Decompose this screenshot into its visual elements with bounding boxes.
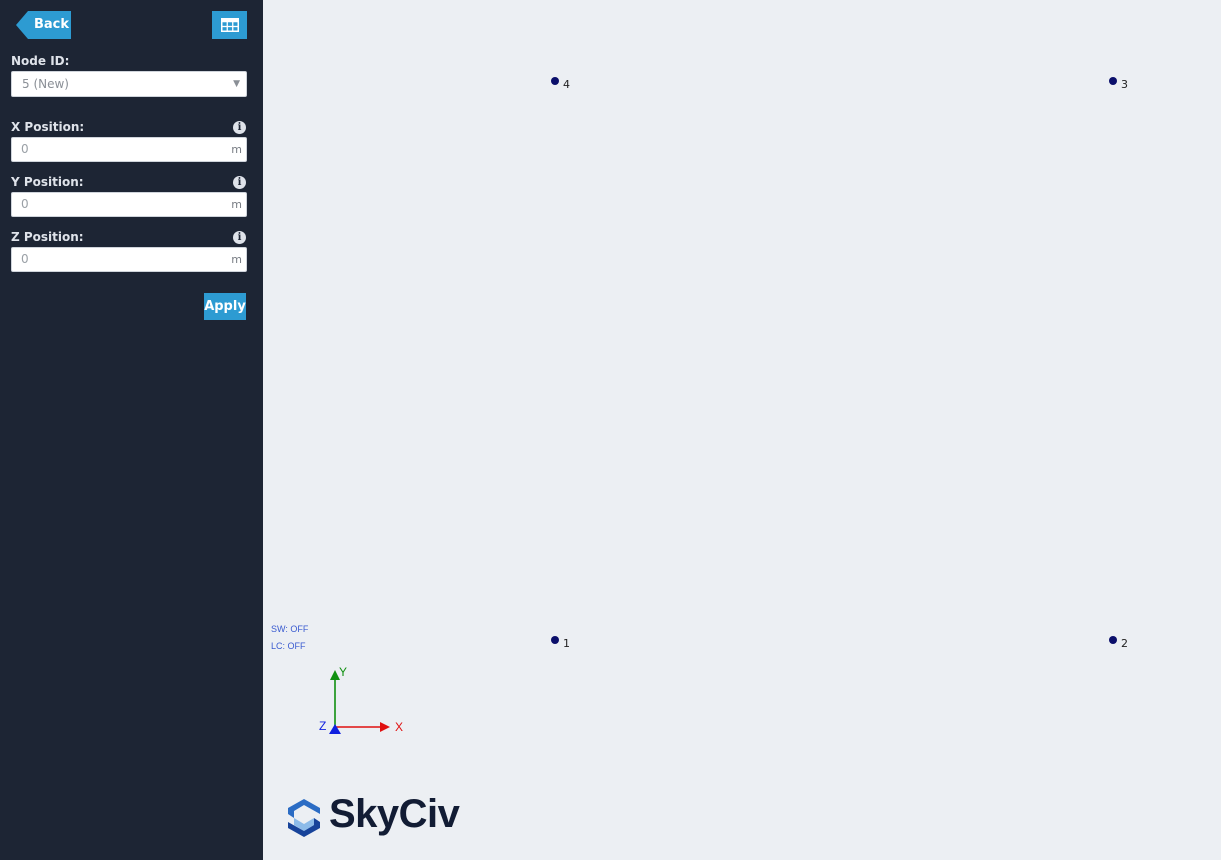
skyciv-logo-text: SkyCiv xyxy=(329,792,460,836)
info-icon[interactable]: i xyxy=(233,176,246,189)
table-grid-icon xyxy=(220,18,239,32)
sidebar: Back Node ID: 5 (New) ▼ X Position: i 0 … xyxy=(0,0,263,860)
chevron-down-icon: ▼ xyxy=(233,79,240,89)
node-label: 2 xyxy=(1121,637,1128,650)
z-position-label: Z Position: xyxy=(11,230,84,244)
info-icon[interactable]: i xyxy=(233,231,246,244)
node-label: 3 xyxy=(1121,78,1128,91)
node-point[interactable] xyxy=(551,77,559,85)
z-axis-label: Z xyxy=(319,719,327,733)
skyciv-logo-icon xyxy=(288,799,320,837)
node-id-label: Node ID: xyxy=(11,54,70,68)
node-point[interactable] xyxy=(1109,636,1117,644)
node-label: 1 xyxy=(563,637,570,650)
y-position-label: Y Position: xyxy=(11,175,84,189)
x-position-unit: m xyxy=(231,143,242,156)
x-position-input[interactable]: 0 m xyxy=(11,137,247,162)
node-point[interactable] xyxy=(1109,77,1117,85)
y-position-input[interactable]: 0 m xyxy=(11,192,247,217)
node-point[interactable] xyxy=(551,636,559,644)
y-position-value: 0 xyxy=(21,197,29,211)
axis-triad-icon xyxy=(329,670,390,734)
info-icon[interactable]: i xyxy=(233,121,246,134)
y-axis-label: Y xyxy=(339,665,348,679)
z-position-unit: m xyxy=(231,253,242,266)
x-axis-label: X xyxy=(395,720,404,734)
apply-button[interactable]: Apply xyxy=(204,293,246,320)
self-weight-status: SW: OFF xyxy=(271,624,309,634)
z-position-input[interactable]: 0 m xyxy=(11,247,247,272)
y-position-unit: m xyxy=(231,198,242,211)
node-id-value: 5 (New) xyxy=(22,77,69,91)
node-id-select[interactable]: 5 (New) ▼ xyxy=(11,71,247,97)
table-view-button[interactable] xyxy=(212,11,247,39)
node-label: 4 xyxy=(563,78,570,91)
back-button[interactable]: Back xyxy=(16,11,71,39)
x-position-label: X Position: xyxy=(11,120,85,134)
model-canvas[interactable] xyxy=(263,0,1221,860)
x-position-value: 0 xyxy=(21,142,29,156)
load-case-status: LC: OFF xyxy=(271,641,306,651)
z-position-value: 0 xyxy=(21,252,29,266)
